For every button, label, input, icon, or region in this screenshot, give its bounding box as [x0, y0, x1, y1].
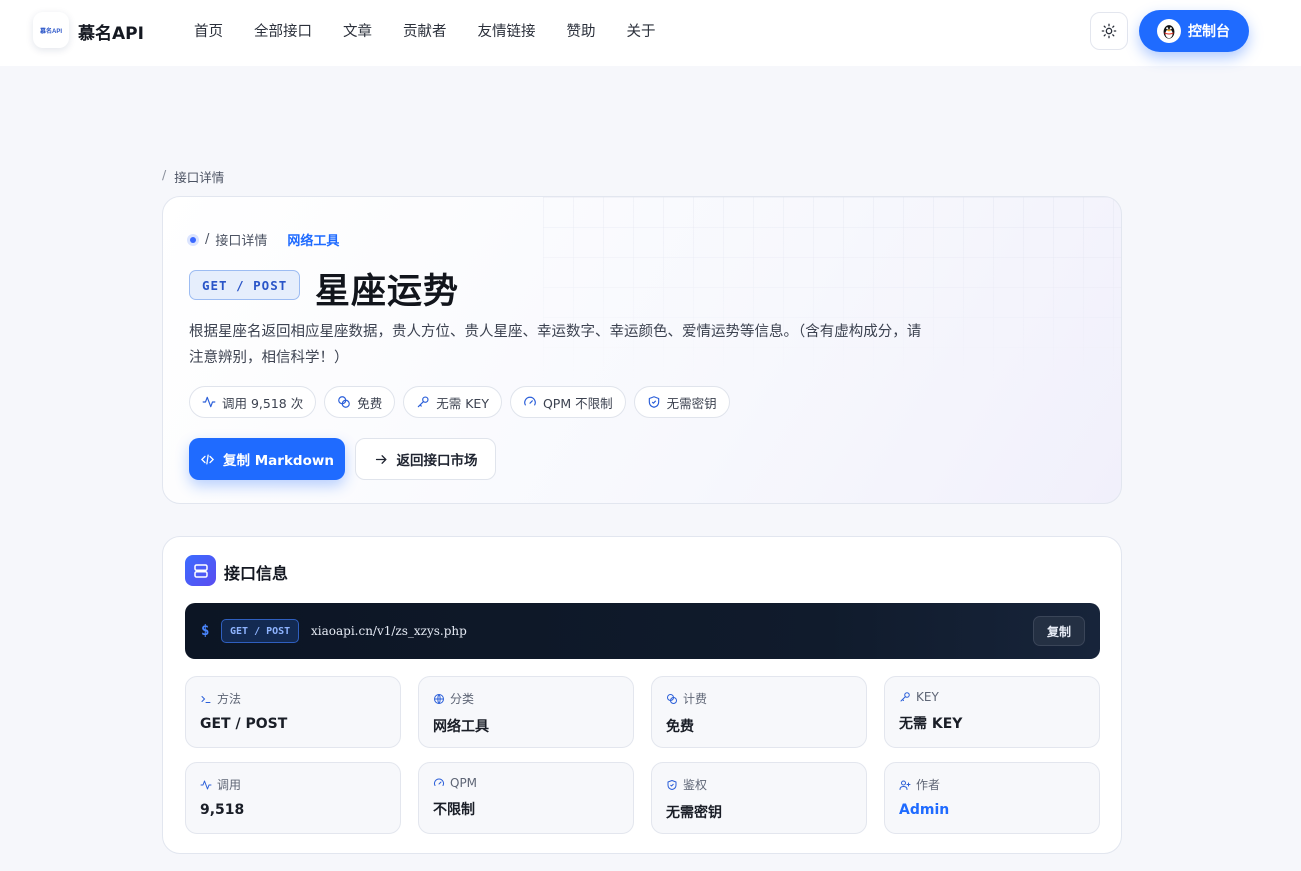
chip-qpm: QPM 不限制: [509, 386, 626, 418]
page-title: 星座运势: [315, 272, 460, 312]
info-cell-pricing: 计费 免费: [651, 676, 867, 748]
endpoint-url[interactable]: xiaoapi.cn/v1/zs_xzys.php: [311, 624, 467, 638]
main-nav: 首页 全部接口 文章 贡献者 友情链接 赞助 关于: [194, 20, 687, 41]
info-grid: 方法 GET / POST 分类 网络工具 计费 免费 KEY 无需 KEY 调…: [185, 676, 1100, 834]
breadcrumb: / 接口详情: [162, 167, 224, 186]
terminal-prompt: $: [201, 623, 210, 639]
info-cell-value: 网络工具: [433, 719, 489, 735]
sun-icon: [1101, 23, 1117, 39]
breadcrumb-separator: /: [162, 167, 167, 182]
arrow-right-icon: [375, 454, 387, 464]
hero-crumb-label: 接口详情: [215, 234, 268, 249]
info-cell-label: 调用: [217, 778, 242, 792]
info-cell-label: 作者: [916, 778, 941, 792]
info-cell-label: QPM: [450, 776, 478, 790]
info-cell-qpm: QPM 不限制: [418, 762, 634, 834]
console-label: 控制台: [1188, 24, 1230, 40]
key-icon: [900, 692, 910, 702]
hero-crumb-separator: /: [205, 232, 210, 247]
info-cell-calls: 调用 9,518: [185, 762, 401, 834]
copy-markdown-button[interactable]: 复制 Markdown: [189, 438, 345, 480]
top-header: 慕名API 慕名API 首页 全部接口 文章 贡献者 友情链接 赞助 关于 控制…: [0, 0, 1301, 66]
terminal-icon: [201, 695, 211, 703]
copy-url-button[interactable]: 复制: [1033, 616, 1085, 646]
api-info-card: 接口信息 $ GET / POST xiaoapi.cn/v1/zs_xzys.…: [162, 536, 1122, 854]
info-cell-value: GET / POST: [200, 716, 288, 732]
coins-icon: [667, 693, 677, 704]
back-to-market-button[interactable]: 返回接口市场: [355, 438, 496, 480]
nav-item-friend-links[interactable]: 友情链接: [478, 20, 536, 41]
chip-auth-label: 无需密钥: [666, 395, 717, 411]
nav-item-about[interactable]: 关于: [627, 20, 656, 41]
chip-key-label: 无需 KEY: [436, 395, 489, 411]
theme-toggle-button[interactable]: [1090, 12, 1128, 50]
info-section-title: 接口信息: [224, 564, 289, 583]
activity-icon: [200, 780, 212, 789]
site-logo[interactable]: 慕名API: [33, 12, 69, 48]
nav-item-all-apis[interactable]: 全部接口: [254, 20, 312, 41]
info-cell-method: 方法 GET / POST: [185, 676, 401, 748]
chip-calls-label: 调用 9,518 次: [222, 395, 304, 411]
code-icon: [201, 454, 215, 464]
logo-text: 慕名API: [39, 28, 62, 35]
chip-auth: 无需密钥: [633, 386, 730, 418]
gauge-icon: [524, 396, 536, 406]
key-icon: [418, 396, 429, 408]
chip-price-label: 免费: [357, 395, 383, 411]
qq-penguin-icon: [1157, 19, 1181, 43]
console-button[interactable]: 控制台: [1139, 10, 1249, 52]
info-cell-label: 计费: [683, 692, 708, 706]
chip-key: 无需 KEY: [403, 386, 502, 418]
server-icon: [185, 555, 216, 586]
copy-markdown-label: 复制 Markdown: [223, 453, 334, 469]
api-description: 根据星座名返回相应星座数据，贵人方位、贵人星座、幸运数字、幸运颜色、爱情运势等信…: [189, 324, 922, 366]
info-cell-author: 作者 Admin: [884, 762, 1100, 834]
activity-icon: [202, 396, 216, 408]
info-cell-label: 方法: [217, 692, 242, 706]
info-cell-value: 无需 KEY: [899, 716, 963, 732]
info-cell-value: 免费: [666, 719, 694, 735]
hero-breadcrumb: / 接口详情 网络工具: [187, 230, 339, 249]
globe-icon: [434, 693, 444, 704]
chip-price: 免费: [324, 386, 396, 418]
api-hero-card: / 接口详情 网络工具 GET / POST 星座运势 根据星座名返回相应星座数…: [162, 196, 1122, 504]
info-cell-auth: 鉴权 无需密钥: [651, 762, 867, 834]
endpoint-terminal: $ GET / POST xiaoapi.cn/v1/zs_xzys.php 复…: [185, 603, 1100, 659]
info-cell-value: 无需密钥: [666, 805, 722, 821]
back-to-market-label: 返回接口市场: [396, 453, 478, 469]
nav-item-sponsor[interactable]: 赞助: [567, 20, 596, 41]
shield-icon: [648, 396, 659, 408]
info-cell-key: KEY 无需 KEY: [884, 676, 1100, 748]
info-cell-label: 鉴权: [683, 778, 708, 792]
terminal-method-badge: GET / POST: [221, 619, 300, 643]
nav-item-articles[interactable]: 文章: [343, 20, 372, 41]
status-dot-icon: [187, 233, 199, 246]
brand-name[interactable]: 慕名API: [78, 19, 144, 44]
stats-chips: 调用 9,518 次 免费 无需 KEY QPM 不限制 无需密钥: [189, 386, 730, 418]
breadcrumb-current: 接口详情: [174, 170, 225, 185]
chip-calls: 调用 9,518 次: [189, 386, 317, 418]
info-cell-value: 不限制: [433, 802, 475, 818]
gauge-icon: [434, 778, 444, 786]
nav-item-contributors[interactable]: 贡献者: [403, 20, 447, 41]
user-plus-icon: [899, 780, 911, 790]
info-cell-label: KEY: [916, 690, 939, 704]
category-tag-link[interactable]: 网络工具: [287, 230, 339, 249]
chip-qpm-label: QPM 不限制: [542, 395, 613, 411]
info-cell-value: 9,518: [200, 802, 245, 818]
author-link[interactable]: Admin: [899, 802, 1085, 818]
nav-item-home[interactable]: 首页: [194, 20, 223, 41]
shield-icon: [667, 779, 677, 790]
coins-icon: [338, 396, 351, 408]
info-cell-label: 分类: [450, 692, 475, 706]
method-badge: GET / POST: [189, 270, 301, 300]
info-cell-category: 分类 网络工具: [418, 676, 634, 748]
